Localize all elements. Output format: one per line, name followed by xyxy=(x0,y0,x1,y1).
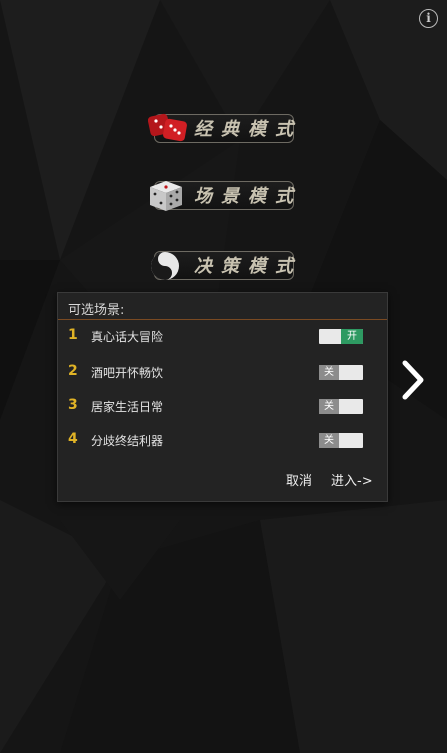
scene-row: 4 分歧终结利器 关 xyxy=(58,428,387,454)
dialog-divider xyxy=(58,319,387,320)
scene-name: 酒吧开怀畅饮 xyxy=(91,366,164,380)
decision-mode-label: 决策模式 xyxy=(194,256,302,277)
scene-row: 3 居家生活日常 关 xyxy=(58,394,387,420)
chevron-right-icon[interactable] xyxy=(399,359,429,401)
red-dice-icon xyxy=(148,113,187,142)
scene-name: 真心话大冒险 xyxy=(91,330,164,344)
scene-name: 分歧终结利器 xyxy=(91,434,164,448)
scene-toggle-3[interactable]: 关 xyxy=(319,399,363,414)
enter-button[interactable]: 进入-> xyxy=(331,470,373,489)
scene-index: 4 xyxy=(68,431,78,447)
cancel-button[interactable]: 取消 xyxy=(286,470,312,489)
scene-index: 1 xyxy=(68,327,78,343)
scene-mode-button[interactable]: 场景模式 xyxy=(148,179,294,213)
classic-mode-button[interactable]: 经典模式 xyxy=(148,112,294,146)
white-dice-icon xyxy=(150,181,182,211)
dialog-title: 可选场景: xyxy=(68,303,125,318)
toggle-off-label: 关 xyxy=(319,399,339,414)
toggle-on-label: 开 xyxy=(341,329,363,344)
info-icon: i xyxy=(426,11,431,25)
classic-mode-label: 经典模式 xyxy=(194,119,302,140)
scene-select-dialog: 可选场景: 1 真心话大冒险 开 2 酒吧开怀畅饮 关 3 居家生活日常 关 4… xyxy=(57,292,388,502)
scene-toggle-2[interactable]: 关 xyxy=(319,365,363,380)
info-button[interactable]: i xyxy=(419,9,438,28)
scene-mode-label: 场景模式 xyxy=(194,186,302,207)
scene-index: 3 xyxy=(68,397,78,413)
yin-yang-icon xyxy=(151,252,179,280)
toggle-off-label: 关 xyxy=(319,433,339,448)
scene-name: 居家生活日常 xyxy=(91,400,164,414)
toggle-off-label: 关 xyxy=(319,365,339,380)
decision-mode-button[interactable]: 决策模式 xyxy=(148,249,294,283)
scene-index: 2 xyxy=(68,363,78,379)
scene-toggle-4[interactable]: 关 xyxy=(319,433,363,448)
scene-toggle-1[interactable]: 开 xyxy=(319,329,363,344)
scene-row: 2 酒吧开怀畅饮 关 xyxy=(58,360,387,386)
scene-row: 1 真心话大冒险 开 xyxy=(58,324,387,350)
